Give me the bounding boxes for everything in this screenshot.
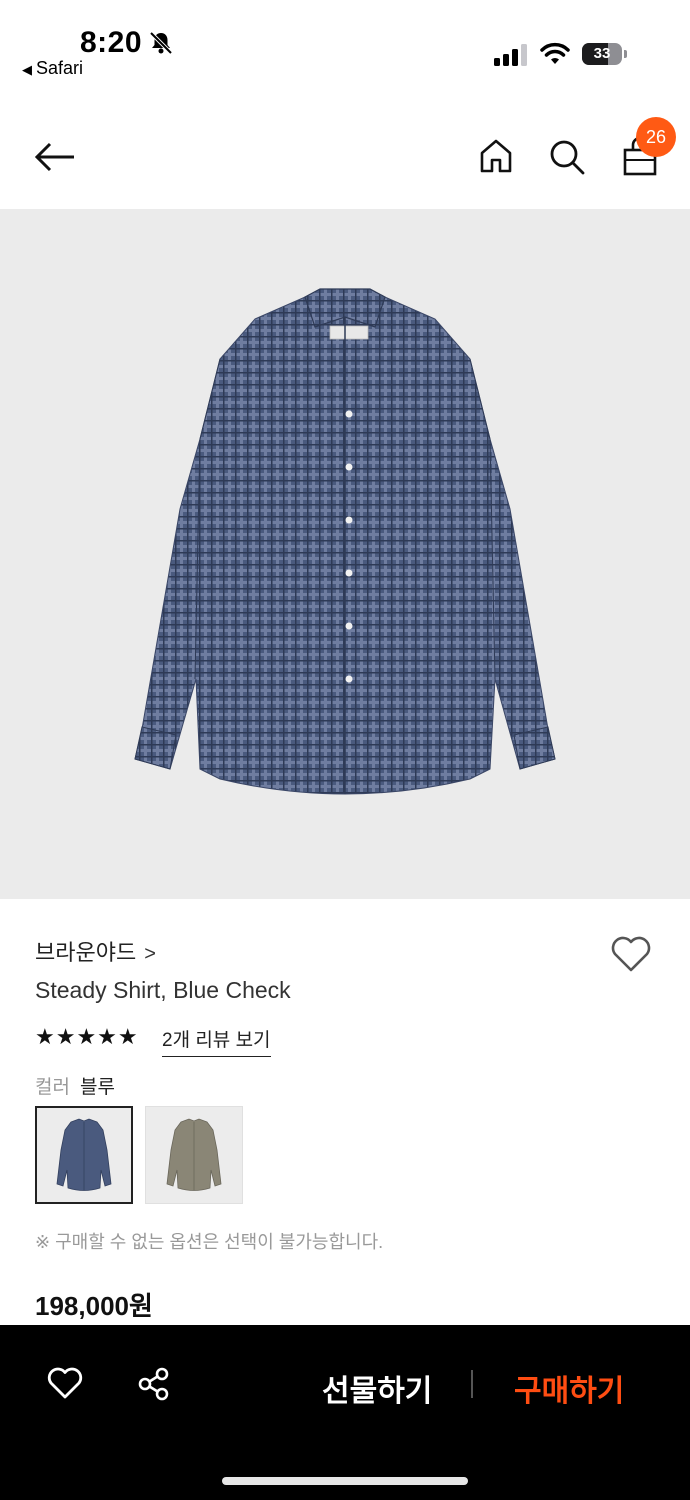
color-swatch-khaki[interactable] bbox=[145, 1106, 243, 1204]
heart-icon[interactable] bbox=[47, 1366, 83, 1400]
color-label: 컬러 bbox=[35, 1077, 70, 1098]
back-arrow-icon[interactable] bbox=[34, 140, 76, 174]
brand-link[interactable]: 브라운야드 > bbox=[35, 935, 156, 967]
top-navigation bbox=[0, 100, 690, 208]
gift-button[interactable]: 선물하기 bbox=[322, 1366, 432, 1410]
product-price: 198,000원 bbox=[35, 1291, 153, 1321]
share-icon[interactable] bbox=[136, 1366, 172, 1402]
back-app-label: Safari bbox=[36, 58, 84, 78]
selected-color: 블루 bbox=[79, 1077, 115, 1098]
bell-off-icon bbox=[149, 31, 173, 55]
view-reviews-link[interactable]: 2개 리뷰 보기 bbox=[162, 1025, 271, 1057]
search-icon[interactable] bbox=[548, 138, 586, 176]
blue-shirt-thumbnail bbox=[56, 1118, 112, 1191]
shirt-image bbox=[134, 288, 556, 795]
wishlist-heart-icon[interactable] bbox=[610, 935, 652, 973]
battery-icon: 33 bbox=[582, 43, 622, 65]
status-bar: 8:20 ◀ Safari 33 bbox=[0, 0, 690, 90]
battery-cap bbox=[624, 50, 627, 58]
battery-percent: 33 bbox=[593, 45, 611, 62]
product-image[interactable] bbox=[0, 209, 690, 899]
home-indicator[interactable] bbox=[222, 1477, 468, 1485]
color-swatch-blue[interactable] bbox=[35, 1106, 133, 1204]
cart-count-badge: 26 bbox=[636, 117, 676, 157]
khaki-shirt-thumbnail bbox=[166, 1118, 222, 1191]
rating-stars: ★★★★★ bbox=[35, 1024, 139, 1049]
product-title: Steady Shirt, Blue Check bbox=[35, 977, 291, 1003]
back-to-safari[interactable]: ◀ Safari bbox=[22, 58, 83, 79]
status-time: 8:20 bbox=[80, 26, 143, 59]
option-notice: ※ 구매할 수 없는 옵션은 선택이 불가능합니다. bbox=[35, 1232, 384, 1252]
buy-button[interactable]: 구매하기 bbox=[514, 1366, 624, 1410]
signal-icon bbox=[494, 44, 527, 66]
home-icon[interactable] bbox=[478, 138, 514, 174]
bottom-action-bar bbox=[0, 1325, 690, 1500]
brand-name: 브라운야드 bbox=[35, 940, 137, 965]
chevron-right-icon: > bbox=[144, 943, 156, 965]
button-divider bbox=[471, 1370, 473, 1398]
back-triangle-icon: ◀ bbox=[22, 62, 32, 77]
color-selection-row: 컬러 블루 bbox=[35, 1072, 115, 1099]
wifi-icon bbox=[540, 42, 570, 64]
